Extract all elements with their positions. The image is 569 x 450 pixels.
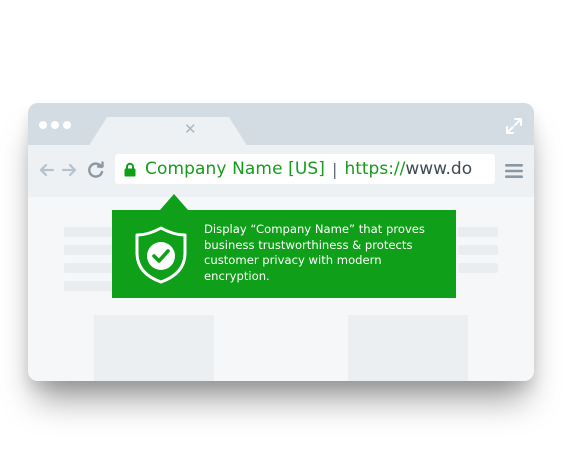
- browser-toolbar: Company Name [US] | https:// www.do: [28, 145, 534, 197]
- placeholder-card: [348, 315, 468, 381]
- placeholder-line: [64, 263, 114, 273]
- window-control-dot[interactable]: [51, 121, 59, 129]
- window-control-dot[interactable]: [63, 121, 71, 129]
- window-controls: [39, 121, 71, 129]
- lock-icon: [124, 162, 136, 176]
- url-protocol: https://: [344, 159, 406, 179]
- stage: ✕ Company Name [US] | https:// www.do Di…: [0, 0, 569, 450]
- expand-icon[interactable]: [504, 116, 524, 136]
- address-separator: |: [332, 159, 338, 179]
- title-bar: ✕: [28, 103, 534, 147]
- placeholder-line: [458, 227, 498, 237]
- placeholder-card: [94, 315, 214, 381]
- placeholder-line: [458, 263, 498, 273]
- tooltip-text: Display “Company Name” that proves busin…: [204, 222, 425, 283]
- tooltip-arrow: [160, 194, 188, 210]
- hamburger-menu-icon[interactable]: [505, 164, 523, 178]
- ev-info-tooltip: Display “Company Name” that proves busin…: [112, 194, 456, 298]
- browser-tab[interactable]: [88, 117, 248, 147]
- placeholder-line: [64, 245, 114, 255]
- arrow-right-icon[interactable]: [60, 161, 78, 179]
- window-control-dot[interactable]: [39, 121, 47, 129]
- reload-icon[interactable]: [87, 161, 105, 179]
- url-host: www.do: [405, 159, 473, 179]
- placeholder-line: [458, 245, 498, 255]
- shield-check-icon: [135, 226, 187, 284]
- arrow-left-icon[interactable]: [38, 161, 56, 179]
- company-name: Company Name [US]: [145, 159, 326, 179]
- address-bar[interactable]: Company Name [US] | https:// www.do: [115, 154, 495, 184]
- placeholder-line: [64, 227, 114, 237]
- close-icon[interactable]: ✕: [184, 122, 197, 137]
